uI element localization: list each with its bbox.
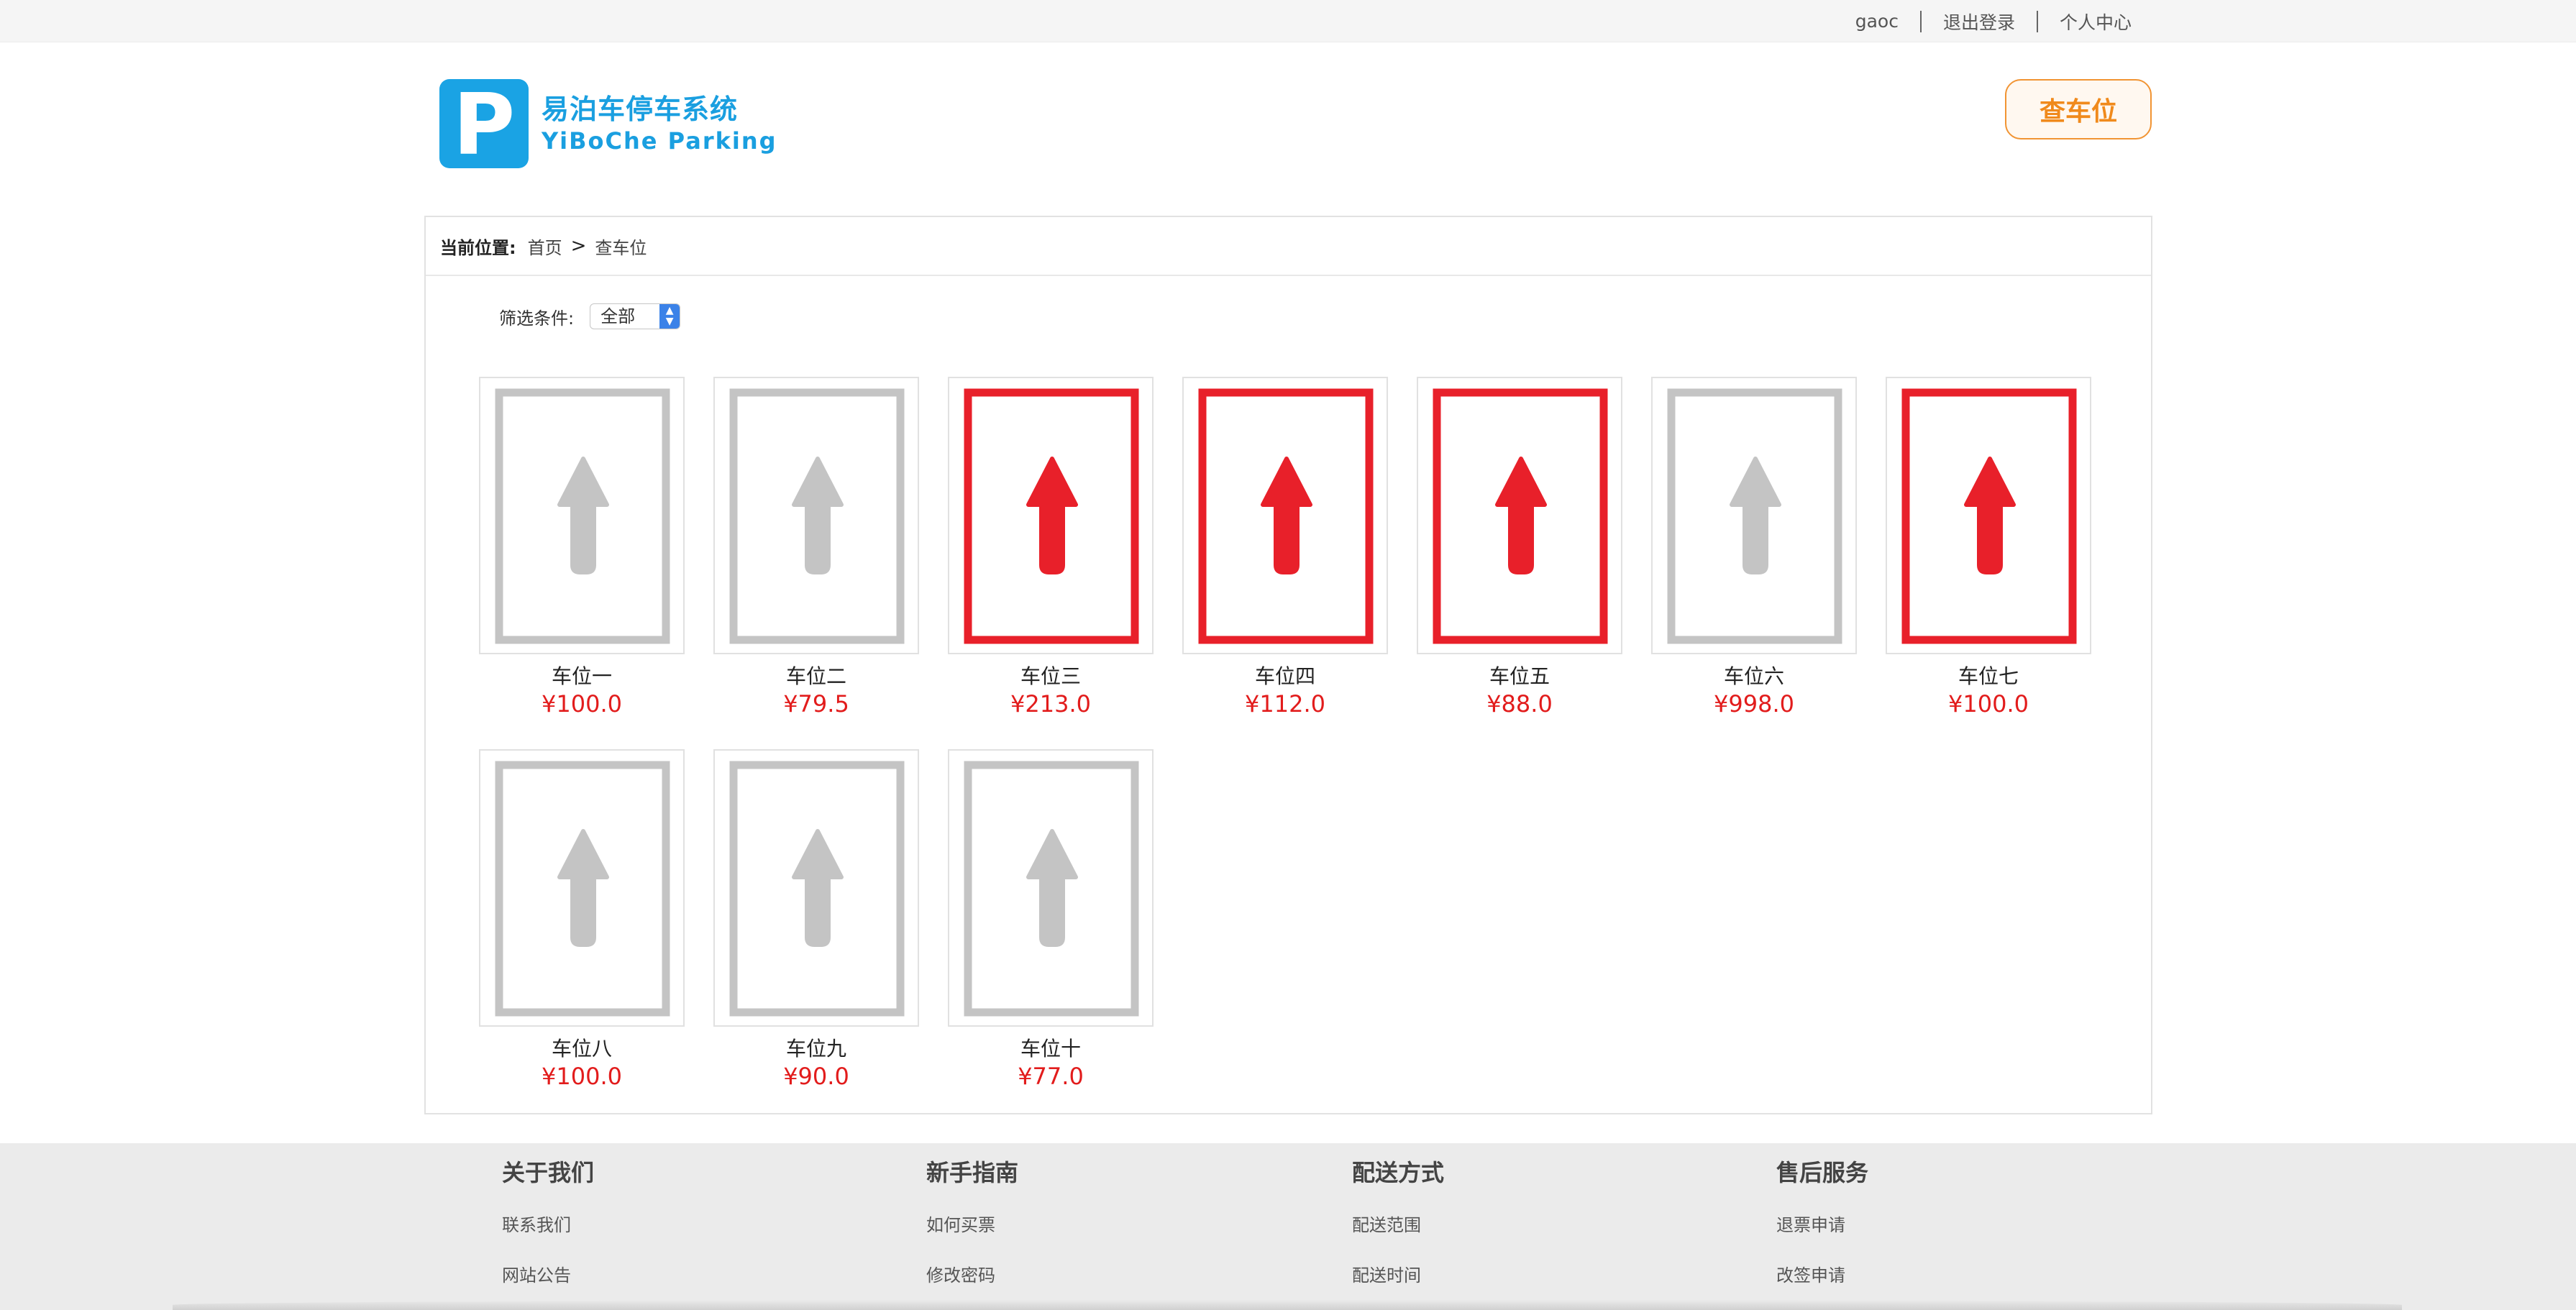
- spot-price: ¥77.0: [1018, 1063, 1084, 1090]
- footer-link[interactable]: 修改密码: [926, 1261, 995, 1286]
- spot-name: 车位十: [1020, 1037, 1081, 1061]
- footer-link[interactable]: 退票申请: [1776, 1211, 1845, 1236]
- footer-link[interactable]: 改签申请: [1776, 1261, 1845, 1286]
- parking-spot-card[interactable]: 车位六 ¥998.0: [1651, 377, 1857, 719]
- spot-name: 车位四: [1254, 664, 1315, 688]
- filter-row: 筛选条件: 全部 ▲ ▼: [499, 302, 681, 331]
- logo-title-cn: 易泊车停车系统: [542, 93, 739, 125]
- parking-spot-card[interactable]: 车位十 ¥77.0: [948, 749, 1154, 1091]
- footer: 关于我们联系我们网站公告 新手指南如何买票修改密码 配送方式配送范围配送时间 售后服务…: [0, 1143, 2576, 1310]
- spot-image: [1417, 377, 1622, 654]
- username-link[interactable]: gaoc: [1834, 11, 1920, 32]
- spot-price: ¥100.0: [542, 690, 622, 718]
- parking-arrow-icon: [964, 388, 1139, 644]
- breadcrumb-current: 查车位: [595, 237, 647, 258]
- parking-p-icon: P: [439, 79, 529, 168]
- spot-name: 车位九: [785, 1037, 846, 1061]
- filter-label: 筛选条件:: [499, 308, 575, 329]
- select-arrows-icon: ▲ ▼: [659, 304, 680, 329]
- spot-price: ¥79.5: [783, 690, 849, 718]
- parking-arrow-icon: [1901, 388, 2077, 644]
- breadcrumb-separator: >: [570, 235, 587, 257]
- spot-image: [479, 377, 685, 654]
- site-logo[interactable]: P 易泊车停车系统 YiBoChe Parking: [439, 79, 777, 168]
- parking-spot-card[interactable]: 车位四 ¥112.0: [1182, 377, 1388, 719]
- spot-name: 车位七: [1958, 664, 2019, 688]
- spot-name: 车位一: [551, 664, 612, 688]
- top-bar-links: gaoc 退出登录 个人中心: [1834, 0, 2132, 42]
- parking-spot-card[interactable]: 车位五 ¥88.0: [1417, 377, 1622, 719]
- spot-name: 车位三: [1020, 664, 1081, 688]
- spot-image: [1651, 377, 1857, 654]
- spot-image: [1182, 377, 1388, 654]
- footer-link[interactable]: 网站公告: [502, 1261, 571, 1286]
- parking-arrow-icon: [1667, 388, 1842, 644]
- spot-name: 车位五: [1489, 664, 1550, 688]
- parking-arrow-icon: [1198, 388, 1374, 644]
- spot-price: ¥90.0: [783, 1063, 849, 1090]
- spot-price: ¥112.0: [1245, 690, 1325, 718]
- filter-select[interactable]: 全部 ▲ ▼: [590, 303, 681, 329]
- filter-selected-value: 全部: [600, 306, 636, 326]
- parking-arrow-icon: [729, 388, 905, 644]
- footer-column-title: 新手指南: [926, 1159, 1019, 1186]
- logo-title-en: YiBoChe Parking: [542, 127, 777, 155]
- parking-arrow-icon: [729, 761, 905, 1017]
- footer-link[interactable]: 配送范围: [1352, 1211, 1421, 1236]
- footer-column-title: 售后服务: [1776, 1159, 1869, 1186]
- breadcrumb-label: 当前位置:: [440, 237, 516, 258]
- footer-link[interactable]: 配送时间: [1352, 1261, 1421, 1286]
- spot-image: [948, 377, 1154, 654]
- breadcrumb-home-link[interactable]: 首页: [528, 234, 562, 259]
- spot-name: 车位二: [785, 664, 846, 688]
- footer-shadow: [173, 1300, 2402, 1310]
- footer-link[interactable]: 如何买票: [926, 1211, 995, 1236]
- spot-price: ¥213.0: [1010, 690, 1091, 718]
- footer-column-title: 关于我们: [502, 1159, 595, 1186]
- logout-link[interactable]: 退出登录: [1922, 9, 2037, 35]
- spot-name: 车位六: [1723, 664, 1784, 688]
- find-spot-button[interactable]: 查车位: [2005, 79, 2152, 139]
- footer-link[interactable]: 联系我们: [502, 1211, 571, 1236]
- spot-image: [713, 377, 919, 654]
- parking-spot-card[interactable]: 车位三 ¥213.0: [948, 377, 1154, 719]
- top-bar: gaoc 退出登录 个人中心: [0, 0, 2576, 42]
- spot-image: [1886, 377, 2091, 654]
- parking-arrow-icon: [964, 761, 1139, 1017]
- parking-arrow-icon: [1433, 388, 1608, 644]
- parking-spot-card[interactable]: 车位八 ¥100.0: [479, 749, 685, 1091]
- spot-price: ¥100.0: [542, 1063, 622, 1090]
- spot-image: [948, 749, 1154, 1027]
- logo-letter: P: [453, 79, 515, 168]
- parking-spot-card[interactable]: 车位二 ¥79.5: [713, 377, 919, 719]
- parking-spot-card[interactable]: 车位七 ¥100.0: [1886, 377, 2091, 719]
- profile-link[interactable]: 个人中心: [2038, 9, 2132, 35]
- logo-text: 易泊车停车系统 YiBoChe Parking: [542, 92, 777, 155]
- parking-spot-card[interactable]: 车位九 ¥90.0: [713, 749, 919, 1091]
- parking-arrow-icon: [495, 761, 670, 1017]
- parking-spot-card[interactable]: 车位一 ¥100.0: [479, 377, 685, 719]
- spot-price: ¥88.0: [1486, 690, 1553, 718]
- main-panel: 当前位置: 首页 > 查车位 筛选条件: 全部 ▲ ▼ 车位一 ¥100.0 车位二 ¥…: [424, 216, 2152, 1114]
- spot-image: [713, 749, 919, 1027]
- spot-price: ¥100.0: [1948, 690, 2029, 718]
- footer-column-title: 配送方式: [1352, 1159, 1445, 1186]
- spot-price: ¥998.0: [1714, 690, 1794, 718]
- spot-name: 车位八: [551, 1037, 612, 1061]
- spot-image: [479, 749, 685, 1027]
- breadcrumb: 当前位置: 首页 > 查车位: [426, 217, 2151, 276]
- parking-arrow-icon: [495, 388, 670, 644]
